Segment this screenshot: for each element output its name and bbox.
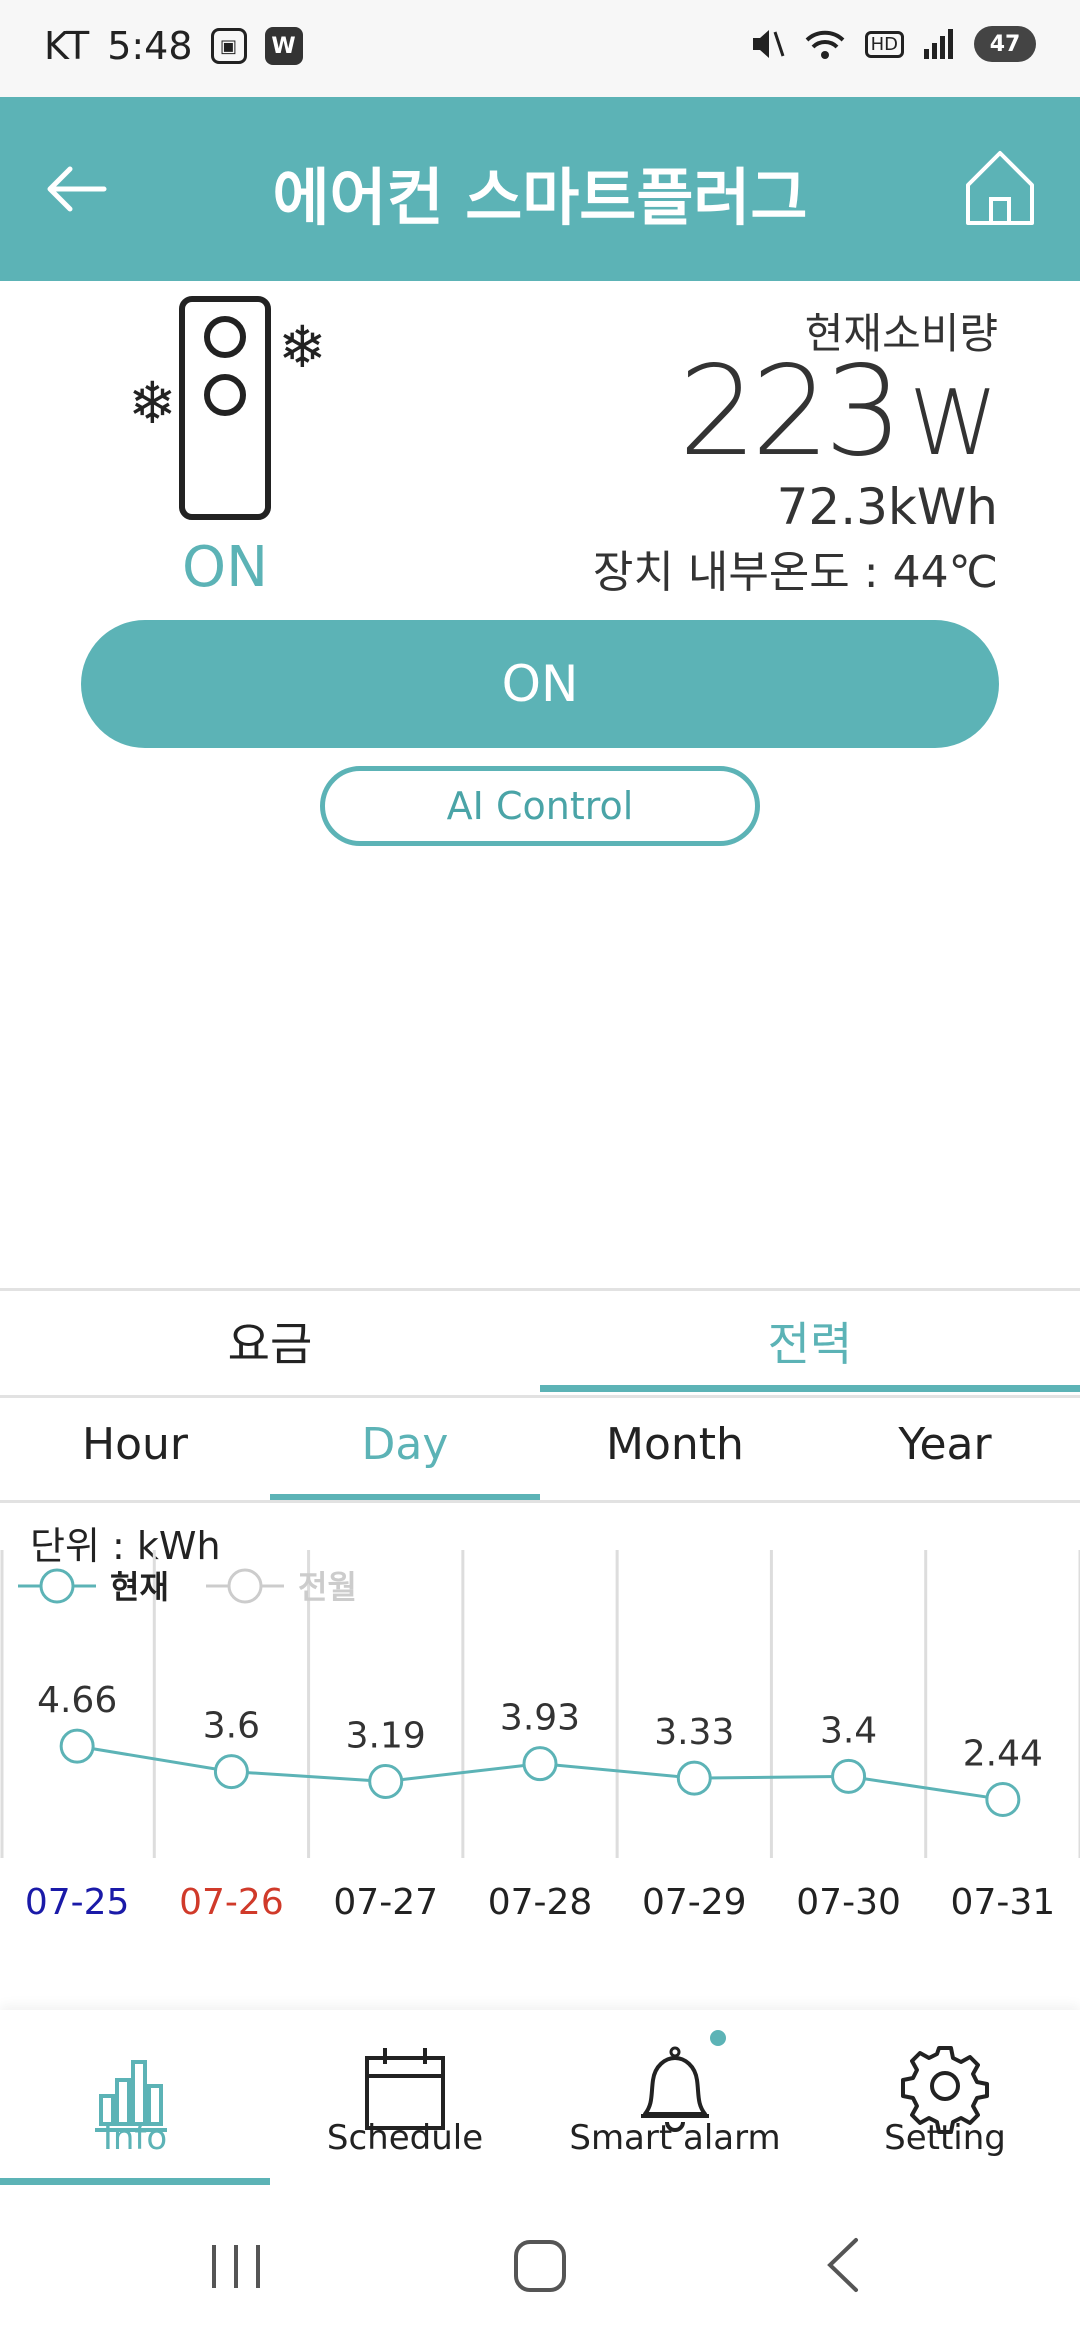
app-badge-icon: W [264,27,303,65]
device-temperature: 장치 내부온도 : 44℃ [592,547,998,598]
power-line-chart: 현재 전월 4.66 3.6 3.19 3.93 3.33 3.4 2.44 07-25 07-2… [0,1550,1080,1923]
ai-control-button[interactable]: AI Control [320,766,760,846]
divider [0,1288,1080,1291]
recent-apps-icon[interactable] [196,2230,276,2300]
screenshot-icon: ▣ [210,28,247,64]
active-tab-indicator [540,1385,1080,1392]
nav-setting-label: Setting [884,2118,1006,2158]
home-icon[interactable] [964,149,1036,227]
legend-label: 전월 [298,1568,357,1606]
data-point[interactable] [59,1728,95,1764]
data-point[interactable] [676,1760,712,1796]
hd-icon: HD [864,30,904,58]
bottom-navigation: Info Schedule Smart alarm Setting [0,2010,1080,2190]
x-tick-label: 07-25 [25,1882,130,1923]
nav-alarm-label: Smart alarm [569,2118,781,2158]
x-tick-label: 07-30 [796,1882,901,1923]
data-label: 2.44 [963,1733,1043,1774]
power-unit: W [909,371,998,476]
power-toggle-button[interactable]: ON [81,620,999,748]
divider [0,1395,1080,1398]
legend-marker [227,1568,263,1604]
data-label: 3.6 [203,1706,260,1747]
data-point[interactable] [368,1763,404,1799]
subtab-hour[interactable]: Hour [0,1410,270,1480]
subtab-day[interactable]: Day [270,1410,540,1480]
x-tick-label: 07-28 [488,1882,593,1923]
clock: 5:48 [107,24,193,68]
x-tick-label: 07-29 [642,1882,747,1923]
plug-device-icon: ❄ ❄ [128,296,327,520]
tab-fee[interactable]: 요금 [0,1300,540,1388]
energy-total: 72.3kWh [776,478,998,536]
data-point[interactable] [831,1758,867,1794]
data-point[interactable] [522,1746,558,1782]
svg-text:❄: ❄ [128,369,177,437]
mute-icon [752,30,785,58]
page-title: 에어컨 스마트플러그 [272,161,808,234]
signal-icon [924,29,953,59]
subtab-month[interactable]: Month [540,1410,810,1480]
active-nav-indicator [0,2178,270,2185]
power-value: 223 [678,340,903,484]
data-point[interactable] [213,1754,249,1790]
status-bar: KT 5:48 ▣ W HD 47 [0,0,1080,97]
device-state-label: ON [182,535,268,600]
wifi-icon [805,30,844,59]
subtab-year[interactable]: Year [810,1410,1080,1480]
app-header: 에어컨 스마트플러그 [0,97,1080,281]
data-label: 4.66 [37,1680,117,1721]
nav-setting[interactable]: Setting [810,2010,1080,2190]
divider [0,1500,1080,1503]
x-tick-label: 07-31 [951,1882,1056,1923]
tab-power[interactable]: 전력 [540,1300,1080,1388]
system-navigation-bar [0,2190,1080,2340]
legend-marker [39,1568,75,1604]
battery-icon: 47 [974,26,1036,62]
notification-dot [710,2030,726,2046]
nav-smart-alarm[interactable]: Smart alarm [540,2010,810,2190]
x-tick-label: 07-27 [333,1882,438,1923]
current-power: 223 W [678,340,998,484]
x-tick-label: 07-26 [179,1882,284,1923]
nav-info[interactable]: Info [0,2010,270,2190]
back-nav-icon[interactable] [804,2230,884,2300]
nav-info-label: Info [102,2118,168,2158]
svg-text:❄: ❄ [278,313,327,381]
data-label: 3.4 [820,1710,877,1751]
data-label: 3.33 [654,1712,734,1753]
data-point[interactable] [985,1781,1021,1817]
data-label: 3.93 [500,1698,580,1739]
nav-schedule-label: Schedule [326,2118,484,2158]
nav-schedule[interactable]: Schedule [270,2010,540,2190]
data-label: 3.19 [346,1715,426,1756]
carrier-label: KT [44,24,90,68]
home-nav-icon[interactable] [500,2230,580,2300]
legend-label: 현재 [110,1568,169,1606]
